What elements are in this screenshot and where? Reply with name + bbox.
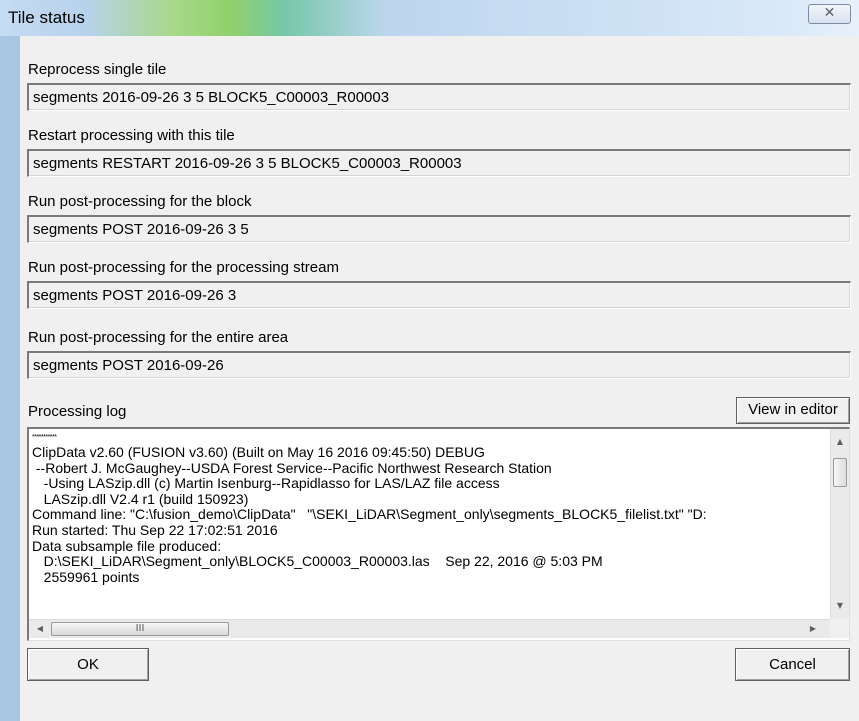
- post-area-field[interactable]: segments POST 2016-09-26: [27, 351, 851, 379]
- scroll-left-icon[interactable]: ◀: [31, 620, 49, 638]
- tile-status-dialog: Tile status ✕ Reprocess single tile segm…: [0, 0, 859, 721]
- reprocess-tile-label: Reprocess single tile: [28, 61, 167, 78]
- log-line: -Using LASzip.dll (c) Martin Isenburg--R…: [32, 475, 500, 492]
- horizontal-scrollbar[interactable]: ◀ III ▶: [29, 619, 830, 638]
- log-line: Data subsample file produced:: [32, 537, 222, 554]
- view-in-editor-button[interactable]: View in editor: [736, 397, 850, 424]
- log-line: --Robert J. McGaughey--USDA Forest Servi…: [32, 459, 552, 476]
- log-line: Command line: "C:\fusion_demo\ClipData" …: [32, 506, 707, 523]
- grip-icon: III: [135, 623, 145, 634]
- post-block-field[interactable]: segments POST 2016-09-26 3 5: [27, 215, 851, 243]
- log-line: Run started: Thu Sep 22 17:02:51 2016: [32, 521, 278, 538]
- horizontal-scroll-thumb[interactable]: III: [51, 622, 229, 636]
- log-line: D:\SEKI_LiDAR\Segment_only\BLOCK5_C00003…: [32, 553, 603, 570]
- window-title: Tile status: [8, 8, 85, 27]
- log-line: ***********: [32, 434, 57, 441]
- vertical-scrollbar[interactable]: ▲ ▼: [830, 429, 849, 619]
- scroll-right-icon[interactable]: ▶: [804, 620, 822, 638]
- ok-button[interactable]: OK: [27, 648, 149, 681]
- restart-processing-field[interactable]: segments RESTART 2016-09-26 3 5 BLOCK5_C…: [27, 149, 851, 177]
- close-icon: ✕: [823, 5, 836, 21]
- title-bar[interactable]: Tile status ✕: [0, 0, 859, 36]
- scroll-down-icon[interactable]: ▼: [831, 597, 849, 615]
- dialog-body: Reprocess single tile segments 2016-09-2…: [20, 36, 859, 721]
- post-block-label: Run post-processing for the block: [28, 193, 252, 210]
- cancel-button[interactable]: Cancel: [735, 648, 850, 681]
- vertical-scroll-thumb[interactable]: [833, 458, 847, 487]
- processing-log[interactable]: *********** ClipData v2.60 (FUSION v3.60…: [27, 427, 850, 641]
- log-content: *********** ClipData v2.60 (FUSION v3.60…: [32, 431, 830, 611]
- close-button[interactable]: ✕: [808, 4, 851, 24]
- log-line: ClipData v2.60 (FUSION v3.60) (Built on …: [32, 444, 485, 460]
- log-line: 2559961 points: [32, 568, 140, 585]
- log-line: LASzip.dll V2.4 r1 (build 150923): [32, 490, 249, 507]
- scroll-up-icon[interactable]: ▲: [831, 433, 849, 451]
- reprocess-tile-field[interactable]: segments 2016-09-26 3 5 BLOCK5_C00003_R0…: [27, 83, 851, 111]
- post-stream-label: Run post-processing for the processing s…: [28, 259, 339, 276]
- restart-processing-label: Restart processing with this tile: [28, 127, 235, 144]
- scroll-corner: [830, 619, 849, 638]
- post-stream-field[interactable]: segments POST 2016-09-26 3: [27, 281, 851, 309]
- post-area-label: Run post-processing for the entire area: [28, 329, 289, 346]
- processing-log-label: Processing log: [28, 403, 127, 420]
